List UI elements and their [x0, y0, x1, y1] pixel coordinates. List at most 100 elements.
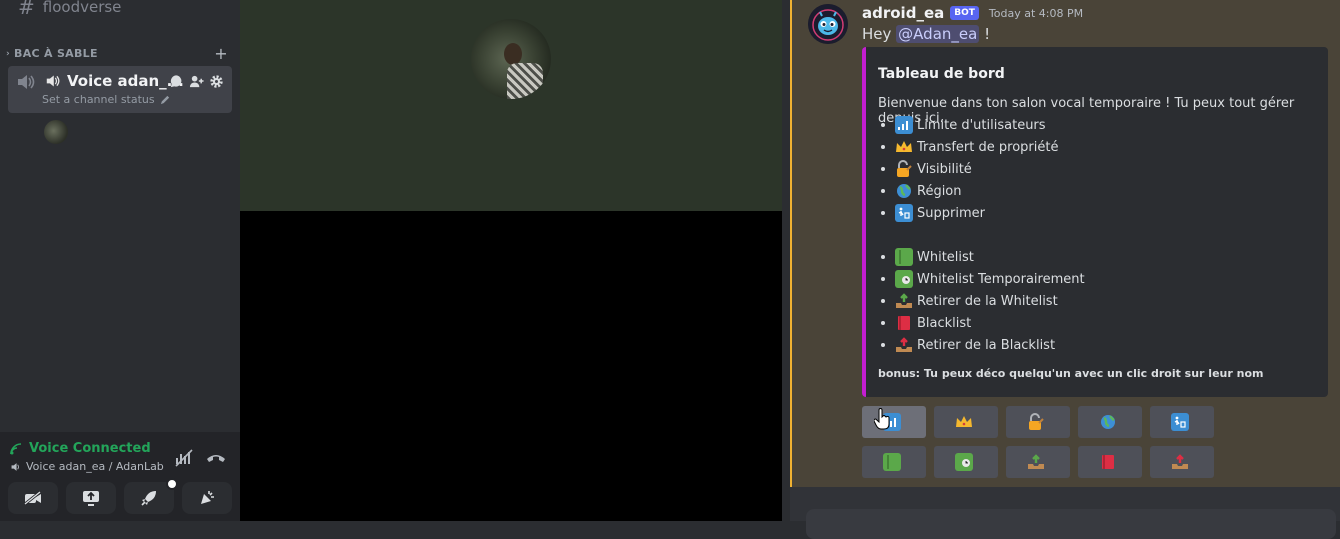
- lock-key-icon: [895, 160, 913, 178]
- soundboard-button[interactable]: [182, 482, 232, 514]
- channel-status[interactable]: Set a channel status: [42, 93, 171, 106]
- user-limit-button[interactable]: [862, 406, 926, 438]
- channel-name: floodverse: [42, 0, 122, 16]
- chat-bubble-icon[interactable]: [169, 74, 184, 89]
- voice-location-text: Voice adan_ea / AdanLab: [26, 460, 164, 473]
- crown-icon: [895, 138, 913, 156]
- red-book-icon: [1099, 453, 1117, 471]
- noise-suppression-icon[interactable]: [172, 446, 196, 470]
- message-author[interactable]: adroid_ea: [862, 4, 944, 22]
- list-item: Limite d'utilisateurs: [878, 114, 1085, 136]
- list-item: Supprimer: [878, 202, 1085, 224]
- voice-channel-name: Voice adan_...: [67, 72, 184, 90]
- lock-key-icon: [1027, 413, 1045, 431]
- create-channel-icon[interactable]: +: [214, 44, 228, 63]
- camera-off-button[interactable]: [8, 482, 58, 514]
- notification-dot: [166, 478, 178, 490]
- message-header: adroid_ea BOT Today at 4:08 PM: [862, 4, 1083, 22]
- wastebasket-icon: [895, 204, 913, 222]
- outbox-tray-red-icon: [895, 336, 913, 354]
- channel-sidebar: # floodverse › BAC À SABLE + Voice adan_…: [0, 0, 240, 521]
- green-book-icon: [883, 453, 901, 471]
- list-item: Whitelist: [878, 246, 1085, 268]
- voice-connected-title: Voice Connected: [29, 441, 151, 456]
- pencil-icon: [160, 95, 169, 105]
- globe-icon: [1099, 413, 1117, 431]
- hash-icon: #: [18, 0, 35, 19]
- category-name: BAC À SABLE: [14, 47, 98, 60]
- participant-tile[interactable]: [240, 0, 782, 211]
- list-item: Visibilité: [878, 158, 1085, 180]
- message-content: Hey @Adan_ea !: [862, 25, 990, 43]
- bot-avatar[interactable]: [808, 4, 848, 44]
- voice-location[interactable]: Voice adan_ea / AdanLab: [10, 460, 164, 473]
- globe-icon: [895, 182, 913, 200]
- panel-divider[interactable]: [782, 0, 790, 521]
- temp-whitelist-button[interactable]: [934, 446, 998, 478]
- speaker-small-icon: [11, 462, 19, 471]
- voice-stage: [240, 0, 782, 521]
- visibility-button[interactable]: [1006, 406, 1070, 438]
- voice-member-avatar[interactable]: [44, 120, 68, 144]
- green-book-clock-icon: [895, 270, 913, 288]
- outbox-tray-green-icon: [895, 292, 913, 310]
- connection-signal-icon: [10, 442, 22, 454]
- speaker-icon: [18, 75, 35, 89]
- mention-highlight-bar: [790, 0, 792, 487]
- whitelist-button[interactable]: [862, 446, 926, 478]
- activities-button[interactable]: [124, 478, 178, 514]
- rocket-icon: [141, 491, 156, 506]
- red-book-icon: [895, 314, 913, 332]
- green-book-clock-icon: [955, 453, 973, 471]
- green-book-icon: [895, 248, 913, 266]
- chevron-right-icon: ›: [6, 48, 11, 59]
- list-spacer: [878, 224, 1085, 246]
- invite-user-icon[interactable]: [189, 74, 204, 89]
- message-timestamp[interactable]: Today at 4:08 PM: [989, 7, 1083, 20]
- list-item: Blacklist: [878, 312, 1085, 334]
- screen-share-icon: [83, 491, 99, 506]
- screen-share-button[interactable]: [66, 482, 116, 514]
- list-item: Retirer de la Blacklist: [878, 334, 1085, 356]
- list-item: Retirer de la Whitelist: [878, 290, 1085, 312]
- camera-off-icon: [24, 491, 41, 505]
- crown-icon: [955, 413, 973, 431]
- gear-icon[interactable]: [209, 74, 224, 89]
- outbox-tray-green-icon: [1027, 453, 1045, 471]
- remove-blacklist-button[interactable]: [1150, 446, 1214, 478]
- voice-connection-panel: Voice Connected Voice adan_ea / AdanLab: [0, 432, 240, 521]
- region-button[interactable]: [1078, 406, 1142, 438]
- blacklist-button[interactable]: [1078, 446, 1142, 478]
- list-item: Whitelist Temporairement: [878, 268, 1085, 290]
- composer-area: [790, 487, 1340, 539]
- remove-whitelist-button[interactable]: [1006, 446, 1070, 478]
- transfer-ownership-button[interactable]: [934, 406, 998, 438]
- category-header[interactable]: › BAC À SABLE +: [6, 44, 228, 63]
- disconnect-icon[interactable]: [204, 446, 228, 470]
- voice-channel-item[interactable]: Voice adan_... Set a channel status: [8, 66, 232, 113]
- hand-cursor-icon: [874, 408, 890, 430]
- soundboard-icon: [201, 491, 214, 504]
- embed-title: Tableau de bord: [878, 66, 1005, 82]
- greeting-end: !: [984, 25, 991, 43]
- voice-connected-label[interactable]: Voice Connected: [10, 441, 151, 456]
- channel-floodverse[interactable]: # floodverse: [18, 0, 122, 19]
- chat-panel: adroid_ea BOT Today at 4:08 PM Hey @Adan…: [790, 0, 1340, 487]
- user-mention[interactable]: @Adan_ea: [896, 25, 980, 43]
- speaker-emoji-icon: [46, 75, 60, 87]
- channel-status-placeholder: Set a channel status: [42, 93, 155, 106]
- dashboard-embed: Tableau de bord Bienvenue dans ton salon…: [862, 47, 1328, 397]
- outbox-tray-red-icon: [1171, 453, 1189, 471]
- list-item: Région: [878, 180, 1085, 202]
- list-item: Transfert de propriété: [878, 136, 1085, 158]
- participant-avatar: [471, 19, 551, 99]
- message-input[interactable]: [806, 509, 1336, 539]
- embed-footer: bonus: Tu peux déco quelqu'un avec un cl…: [878, 367, 1264, 380]
- bot-badge: BOT: [950, 6, 979, 20]
- bot-robot-icon: [808, 4, 848, 44]
- delete-button[interactable]: [1150, 406, 1214, 438]
- wastebasket-icon: [1171, 413, 1189, 431]
- greeting-text: Hey: [862, 25, 892, 43]
- embed-list: Limite d'utilisateurs Transfert de propr…: [878, 114, 1085, 356]
- signal-bars-icon: [895, 116, 913, 134]
